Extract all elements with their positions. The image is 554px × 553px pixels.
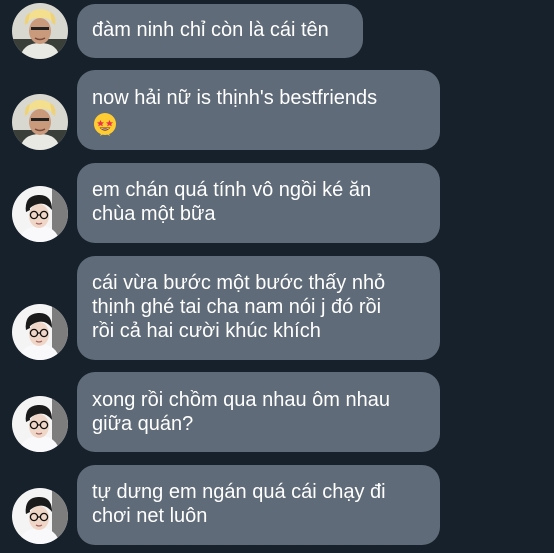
message-bubble[interactable]: em chán quá tính vô ngồi ké ăn chùa một … bbox=[77, 163, 440, 243]
glasses-boy-avatar[interactable] bbox=[12, 186, 68, 242]
blonde-man-avatar[interactable] bbox=[12, 94, 68, 150]
blonde-man-avatar[interactable] bbox=[12, 3, 68, 59]
glasses-boy-avatar[interactable] bbox=[12, 488, 68, 544]
message-text: em chán quá tính vô ngồi ké ăn chùa một … bbox=[92, 179, 372, 225]
star-struck-emoji bbox=[92, 111, 118, 137]
message-text: xong rồi chồm qua nhau ôm nhau giữa quán… bbox=[92, 389, 390, 435]
message-bubble[interactable]: cái vừa bước một bước thấy nhỏ thịnh ghé… bbox=[77, 256, 440, 360]
message-text: now hải nữ is thịnh's bestfriends bbox=[92, 87, 378, 109]
chat-history[interactable]: đàm ninh chỉ còn là cái tên now hải nữ i… bbox=[0, 0, 554, 553]
glasses-boy-avatar[interactable] bbox=[12, 304, 68, 360]
message-text: tự dưng em ngán quá cái chạy đi chơi net… bbox=[92, 481, 386, 527]
message-text: cái vừa bước một bước thấy nhỏ thịnh ghé… bbox=[92, 272, 386, 342]
glasses-boy-avatar[interactable] bbox=[12, 396, 68, 452]
message-bubble[interactable]: đàm ninh chỉ còn là cái tên bbox=[77, 4, 363, 58]
message-bubble[interactable]: now hải nữ is thịnh's bestfriends bbox=[77, 70, 440, 150]
message-bubble[interactable]: tự dưng em ngán quá cái chạy đi chơi net… bbox=[77, 465, 440, 545]
message-bubble[interactable]: xong rồi chồm qua nhau ôm nhau giữa quán… bbox=[77, 372, 440, 452]
message-text: đàm ninh chỉ còn là cái tên bbox=[92, 19, 329, 41]
